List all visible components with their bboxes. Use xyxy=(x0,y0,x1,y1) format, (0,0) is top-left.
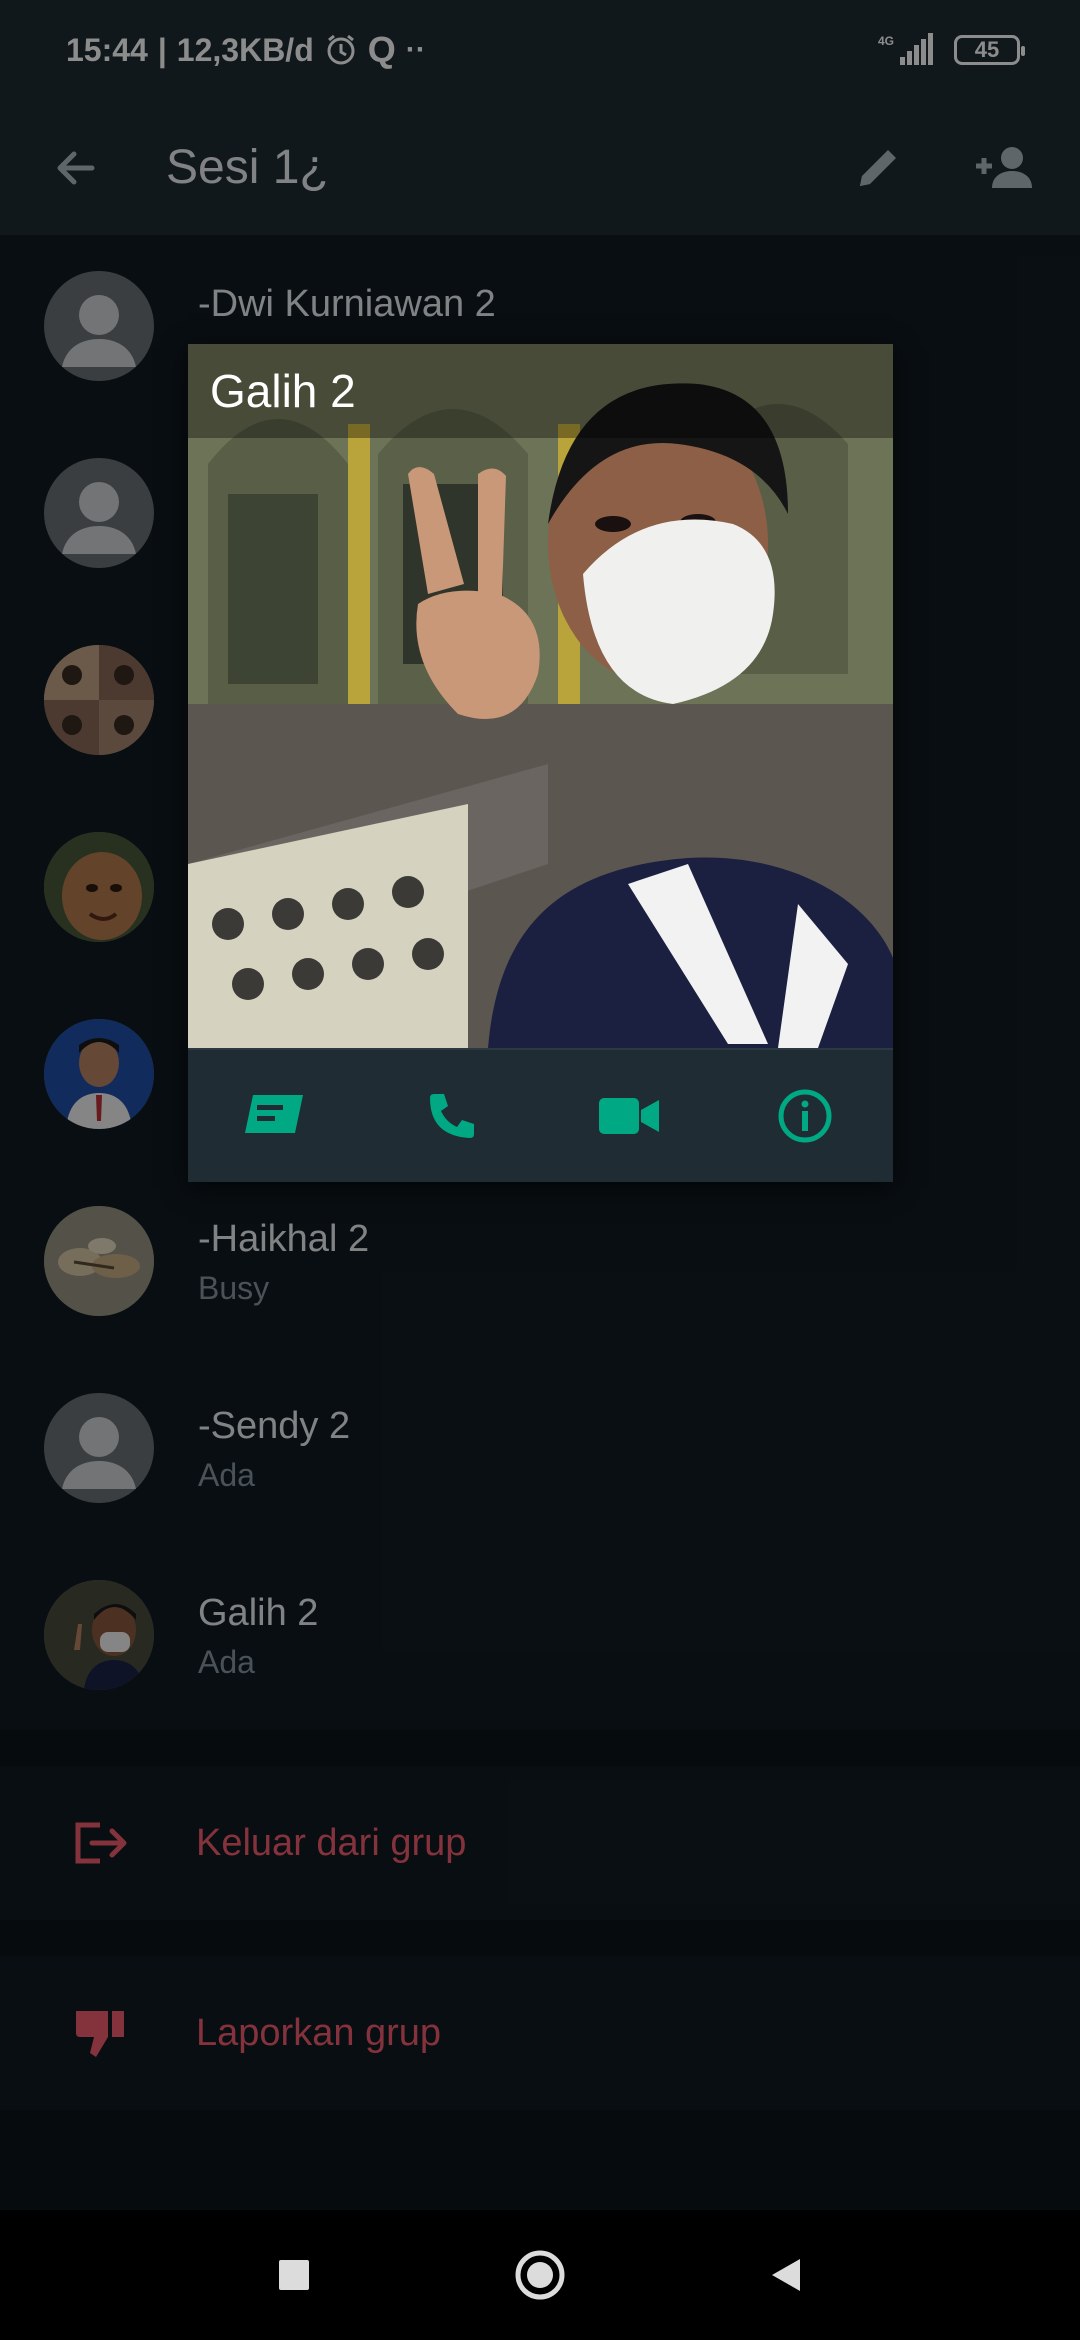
message-button[interactable] xyxy=(231,1071,321,1161)
message-icon xyxy=(245,1095,304,1133)
popup-action-bar xyxy=(188,1048,893,1182)
phone-icon xyxy=(430,1094,475,1138)
recents-button[interactable] xyxy=(256,2237,332,2313)
home-button[interactable] xyxy=(502,2237,578,2313)
square-icon xyxy=(279,2260,309,2290)
info-button[interactable] xyxy=(760,1071,850,1161)
back-nav-button[interactable] xyxy=(748,2237,824,2313)
video-call-icon xyxy=(598,1098,659,1134)
profile-popup: Galih 2 xyxy=(188,344,893,1182)
system-nav-bar xyxy=(0,2210,1080,2340)
info-icon xyxy=(778,1089,832,1143)
video-call-button[interactable] xyxy=(584,1071,674,1161)
profile-photo[interactable] xyxy=(188,344,893,1048)
circle-icon xyxy=(515,2250,565,2300)
voice-call-button[interactable] xyxy=(407,1071,497,1161)
triangle-back-icon xyxy=(772,2259,800,2291)
galih-profile-photo xyxy=(188,344,893,1048)
popup-contact-name: Galih 2 xyxy=(188,344,893,438)
